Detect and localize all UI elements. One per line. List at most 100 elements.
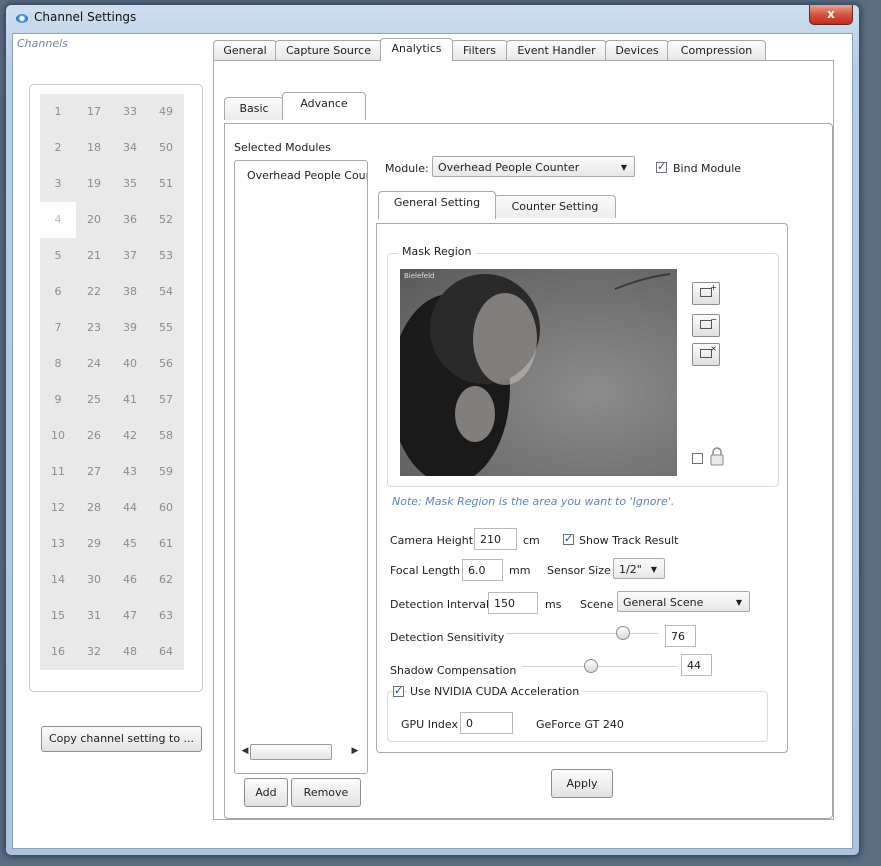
channel-cell-23[interactable]: 23 (76, 310, 112, 346)
mask-remove-button[interactable]: − (692, 314, 720, 337)
tab-devices[interactable]: Devices (605, 40, 669, 60)
scroll-right-icon[interactable]: ▶ (348, 744, 362, 759)
channel-cell-9[interactable]: 9 (40, 382, 76, 418)
tab-advance[interactable]: Advance (282, 92, 366, 120)
channel-cell-11[interactable]: 11 (40, 454, 76, 490)
channel-cell-47[interactable]: 47 (112, 598, 148, 634)
modules-horizontal-scrollbar[interactable]: ◀ ▶ (238, 744, 362, 761)
channel-cell-59[interactable]: 59 (148, 454, 184, 490)
channel-cell-39[interactable]: 39 (112, 310, 148, 346)
channel-cell-51[interactable]: 51 (148, 166, 184, 202)
channel-cell-41[interactable]: 41 (112, 382, 148, 418)
tab-general[interactable]: General (213, 40, 277, 60)
channel-cell-42[interactable]: 42 (112, 418, 148, 454)
camera-height-field[interactable]: 210 (474, 528, 517, 550)
channel-cell-32[interactable]: 32 (76, 634, 112, 670)
channel-cell-19[interactable]: 19 (76, 166, 112, 202)
module-select[interactable]: Overhead People Counter ▼ (432, 156, 635, 177)
channel-cell-10[interactable]: 10 (40, 418, 76, 454)
channel-cell-28[interactable]: 28 (76, 490, 112, 526)
channel-cell-26[interactable]: 26 (76, 418, 112, 454)
channel-cell-35[interactable]: 35 (112, 166, 148, 202)
show-track-checkbox[interactable] (563, 532, 574, 545)
close-button[interactable]: x (809, 5, 853, 25)
add-button[interactable]: Add (244, 778, 288, 807)
channel-cell-64[interactable]: 64 (148, 634, 184, 670)
channel-cell-6[interactable]: 6 (40, 274, 76, 310)
sensor-size-select[interactable]: 1/2" ▼ (613, 558, 665, 579)
tab-analytics[interactable]: Analytics (380, 38, 453, 61)
tab-general-setting[interactable]: General Setting (378, 191, 496, 219)
channel-cell-29[interactable]: 29 (76, 526, 112, 562)
channel-cell-36[interactable]: 36 (112, 202, 148, 238)
channel-cell-43[interactable]: 43 (112, 454, 148, 490)
channel-cell-8[interactable]: 8 (40, 346, 76, 382)
tab-counter-setting[interactable]: Counter Setting (494, 195, 616, 218)
detection-sensitivity-slider[interactable] (615, 626, 630, 640)
selected-modules-list[interactable]: Overhead People Counter (234, 160, 368, 774)
channel-cell-18[interactable]: 18 (76, 130, 112, 166)
channel-cell-61[interactable]: 61 (148, 526, 184, 562)
channel-cell-2[interactable]: 2 (40, 130, 76, 166)
channel-cell-57[interactable]: 57 (148, 382, 184, 418)
channel-cell-55[interactable]: 55 (148, 310, 184, 346)
detection-interval-field[interactable]: 150 (488, 592, 538, 614)
copy-channel-setting-button[interactable]: Copy channel setting to ... (41, 726, 202, 752)
tab-filters[interactable]: Filters (451, 40, 508, 60)
channel-cell-24[interactable]: 24 (76, 346, 112, 382)
channel-cell-52[interactable]: 52 (148, 202, 184, 238)
channel-cell-44[interactable]: 44 (112, 490, 148, 526)
channel-cell-22[interactable]: 22 (76, 274, 112, 310)
channel-cell-45[interactable]: 45 (112, 526, 148, 562)
camera-preview[interactable]: Bielefeld (400, 269, 677, 476)
gpu-index-field[interactable]: 0 (460, 712, 513, 734)
scene-select[interactable]: General Scene ▼ (617, 591, 750, 612)
mask-add-button[interactable]: + (692, 282, 720, 305)
tab-event-handler[interactable]: Event Handler (506, 40, 607, 60)
channel-cell-54[interactable]: 54 (148, 274, 184, 310)
apply-button[interactable]: Apply (551, 769, 613, 798)
detection-sensitivity-value[interactable]: 76 (665, 625, 696, 647)
channel-cell-25[interactable]: 25 (76, 382, 112, 418)
channel-cell-1[interactable]: 1 (40, 94, 76, 130)
bind-module-checkbox[interactable] (656, 160, 667, 173)
focal-length-field[interactable]: 6.0 (462, 559, 503, 581)
channel-cell-63[interactable]: 63 (148, 598, 184, 634)
channel-cell-7[interactable]: 7 (40, 310, 76, 346)
channel-cell-37[interactable]: 37 (112, 238, 148, 274)
channel-cell-33[interactable]: 33 (112, 94, 148, 130)
channel-cell-27[interactable]: 27 (76, 454, 112, 490)
channel-cell-62[interactable]: 62 (148, 562, 184, 598)
list-item[interactable]: Overhead People Counter (247, 169, 367, 182)
channel-cell-16[interactable]: 16 (40, 634, 76, 670)
channel-cell-38[interactable]: 38 (112, 274, 148, 310)
channel-cell-49[interactable]: 49 (148, 94, 184, 130)
scroll-thumb[interactable] (250, 744, 332, 760)
channel-cell-60[interactable]: 60 (148, 490, 184, 526)
channel-cell-48[interactable]: 48 (112, 634, 148, 670)
channel-cell-58[interactable]: 58 (148, 418, 184, 454)
channel-cell-3[interactable]: 3 (40, 166, 76, 202)
channel-cell-53[interactable]: 53 (148, 238, 184, 274)
channel-cell-14[interactable]: 14 (40, 562, 76, 598)
tab-compression[interactable]: Compression (667, 40, 766, 60)
channel-cell-17[interactable]: 17 (76, 94, 112, 130)
channel-cell-15[interactable]: 15 (40, 598, 76, 634)
channel-cell-12[interactable]: 12 (40, 490, 76, 526)
title-bar[interactable]: Channel Settings x (6, 5, 859, 33)
tab-capture-source[interactable]: Capture Source (275, 40, 382, 60)
cuda-checkbox[interactable] (393, 684, 404, 697)
channel-cell-50[interactable]: 50 (148, 130, 184, 166)
channel-cell-56[interactable]: 56 (148, 346, 184, 382)
channel-cell-30[interactable]: 30 (76, 562, 112, 598)
lock-mask-checkbox[interactable] (692, 453, 703, 464)
remove-button[interactable]: Remove (291, 778, 361, 807)
channel-cell-34[interactable]: 34 (112, 130, 148, 166)
channel-cell-13[interactable]: 13 (40, 526, 76, 562)
channel-cell-31[interactable]: 31 (76, 598, 112, 634)
tab-basic[interactable]: Basic (224, 97, 284, 120)
channel-cell-4[interactable]: 4 (40, 202, 76, 238)
channel-cell-46[interactable]: 46 (112, 562, 148, 598)
channel-cell-40[interactable]: 40 (112, 346, 148, 382)
channel-cell-20[interactable]: 20 (76, 202, 112, 238)
